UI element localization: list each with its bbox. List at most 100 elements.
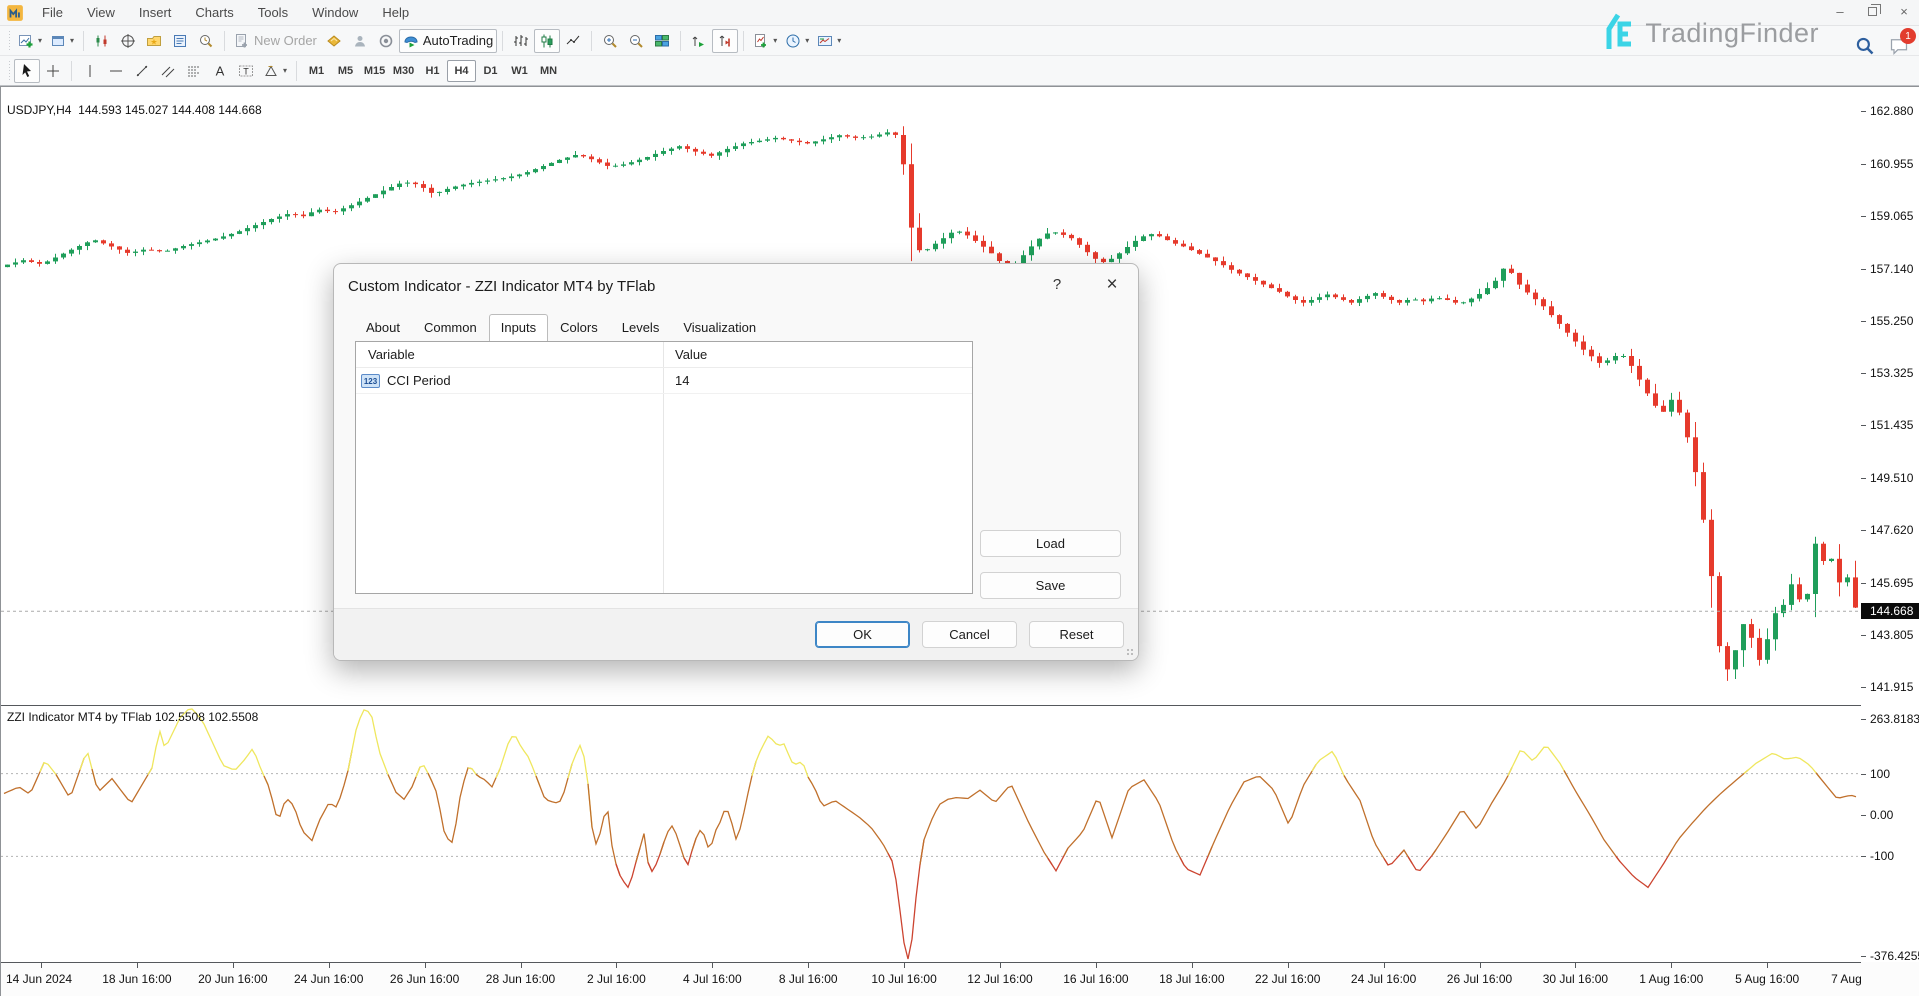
reset-button[interactable]: Reset [1029,621,1124,648]
zoom-in-button[interactable] [597,29,623,53]
date-tick [233,963,234,968]
new-chart-icon [18,33,34,49]
chart-shift-button[interactable] [712,29,738,53]
market-watch-button[interactable] [89,29,115,53]
timeframe-w1[interactable]: W1 [505,60,534,82]
strategy-tester-button[interactable] [193,29,219,53]
search-icon[interactable] [1855,36,1875,56]
trendline-button[interactable] [129,59,155,83]
timeframe-mn[interactable]: MN [534,60,563,82]
text-label-button[interactable]: T [233,59,259,83]
close-button[interactable]: × [1897,4,1911,18]
community-button[interactable] [347,29,373,53]
terminal-button[interactable] [167,29,193,53]
navigator-button[interactable]: ★ [141,29,167,53]
dialog-help-button[interactable]: ? [1046,276,1068,293]
new-chart-button[interactable]: ▾ [14,29,46,53]
tab-common[interactable]: Common [412,314,489,341]
tile-windows-button[interactable] [649,29,675,53]
date-tick [1767,963,1768,968]
resize-grip[interactable] [1126,648,1134,656]
date-tick [616,963,617,968]
profiles-button[interactable]: ▾ [46,29,78,53]
fibonacci-button[interactable] [181,59,207,83]
price-axis-label: 155.250 [1861,314,1919,328]
zoom-out-button[interactable] [623,29,649,53]
timeframe-h1[interactable]: H1 [418,60,447,82]
mt4-logo-icon [6,4,24,22]
tab-levels[interactable]: Levels [610,314,672,341]
minimize-button[interactable]: – [1833,4,1847,18]
data-window-button[interactable] [115,29,141,53]
timeframe-m1[interactable]: M1 [302,60,331,82]
date-tick [1192,963,1193,968]
chart-candles-button[interactable] [534,29,560,53]
save-button[interactable]: Save [980,572,1121,599]
menu-item-insert[interactable]: Insert [127,1,184,24]
dialog-close-button[interactable]: × [1098,272,1126,298]
menu-item-view[interactable]: View [75,1,127,24]
menu-item-file[interactable]: File [30,1,75,24]
date-label: 24 Jun 16:00 [294,972,363,986]
chart-shift-icon [717,33,733,49]
table-row[interactable]: 123 CCI Period 14 [356,368,972,394]
variable-value[interactable]: 14 [675,373,689,388]
indicators-button[interactable]: ▾ [749,29,781,53]
alerts-button[interactable] [373,29,399,53]
cancel-button[interactable]: Cancel [922,621,1017,648]
cursor-button[interactable] [14,59,40,83]
date-tick [1480,963,1481,968]
menu-item-help[interactable]: Help [370,1,421,24]
date-axis[interactable]: 14 Jun 202418 Jun 16:0020 Jun 16:0024 Ju… [1,962,1861,996]
menu-item-charts[interactable]: Charts [183,1,245,24]
vertical-line-button[interactable] [77,59,103,83]
tab-visualization[interactable]: Visualization [671,314,768,341]
load-button[interactable]: Load [980,530,1121,557]
horizontal-line-button[interactable] [103,59,129,83]
alerts-icon [378,33,394,49]
periods-button[interactable]: ▾ [781,29,813,53]
autotrading-button[interactable]: AutoTrading [399,29,497,53]
tab-inputs[interactable]: Inputs [489,314,548,341]
timeframe-d1[interactable]: D1 [476,60,505,82]
date-label: 28 Jun 16:00 [486,972,555,986]
toolbar-separator [71,61,72,81]
price-axis-label: 157.140 [1861,262,1919,276]
notification-badge: 1 [1900,28,1916,44]
toolbar-separator [83,31,84,51]
timeframe-m15[interactable]: M15 [360,60,389,82]
timeframe-h4[interactable]: H4 [447,60,476,82]
indicators-icon [753,33,769,49]
shapes-button[interactable]: ▾ [259,59,291,83]
ok-button[interactable]: OK [815,621,910,648]
channel-button[interactable] [155,59,181,83]
tab-colors[interactable]: Colors [548,314,610,341]
menu-item-tools[interactable]: Tools [246,1,300,24]
chart-bars-button[interactable] [508,29,534,53]
templates-button[interactable]: ▾ [813,29,845,53]
timeframe-m30[interactable]: M30 [389,60,418,82]
menu-item-window[interactable]: Window [300,1,370,24]
restore-button[interactable] [1865,4,1879,18]
timeframe-m5[interactable]: M5 [331,60,360,82]
chart-line-button[interactable] [560,29,586,53]
restore-icon [1868,7,1877,16]
tab-about[interactable]: About [354,314,412,341]
indicator-panel[interactable]: ZZI Indicator MT4 by TFlab 102.5508 102.… [1,705,1861,962]
inputs-table[interactable]: Variable Value 123 CCI Period 14 [355,341,973,594]
toolbar-grip[interactable] [7,61,11,81]
new-order-button[interactable]: New Order [230,29,321,53]
crosshair-tool-button[interactable] [40,59,66,83]
scripts-button[interactable] [321,29,347,53]
navigator-icon: ★ [146,33,162,49]
price-axis[interactable]: 162.880160.955159.065157.140155.250153.3… [1861,86,1919,962]
notifications-button[interactable]: 1 [1889,36,1909,56]
indicator-axis-label: 263.8183 [1861,712,1919,726]
indicator-line-chart[interactable] [1,706,1861,962]
ohlc-values: 144.593 145.027 144.408 144.668 [78,103,262,117]
text-tool-button[interactable]: A [207,59,233,83]
toolbar-grip[interactable] [7,31,11,51]
price-axis-label: 153.325 [1861,366,1919,380]
autotrading-icon [403,33,419,49]
auto-scroll-button[interactable] [686,29,712,53]
